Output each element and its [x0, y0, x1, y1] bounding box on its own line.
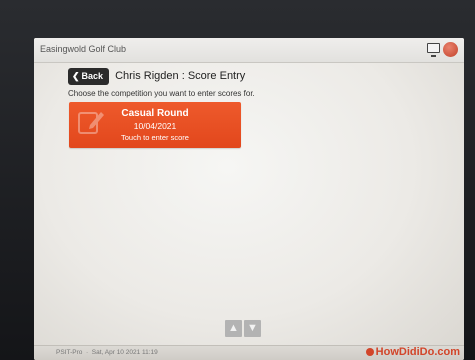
- status-footer: PSIT-Pro · Sat, Apr 10 2021 11:19 HowDid…: [34, 345, 464, 360]
- page-header: ❮ Back Chris Rigden : Score Entry: [68, 67, 245, 85]
- system-name: PSIT-Pro: [56, 349, 83, 356]
- brand-icon: [365, 348, 374, 356]
- back-button-label: Back: [81, 71, 104, 81]
- touch-screen: Easingwold Golf Club ❮ Back Chris Rigden…: [34, 38, 464, 360]
- arrow-down-icon[interactable]: ▼: [244, 320, 261, 337]
- competition-tile[interactable]: Casual Round 10/04/2021 Touch to enter s…: [69, 102, 241, 148]
- top-bar: Easingwold Golf Club: [34, 38, 464, 63]
- instruction-text: Choose the competition you want to enter…: [68, 89, 255, 98]
- page-title: Chris Rigden : Score Entry: [115, 70, 246, 82]
- footer-datetime: Sat, Apr 10 2021 11:19: [91, 349, 158, 356]
- brand-name: HowDidiDo.com: [375, 346, 460, 358]
- competition-hint: Touch to enter score: [121, 133, 189, 142]
- power-icon[interactable]: [443, 42, 458, 57]
- chevron-left-icon: ❮: [72, 70, 80, 81]
- footer-status: PSIT-Pro · Sat, Apr 10 2021 11:19: [56, 349, 158, 356]
- back-button[interactable]: ❮ Back: [68, 67, 110, 85]
- monitor-icon[interactable]: [427, 43, 440, 57]
- competition-name: Casual Round: [121, 108, 189, 119]
- club-name: Easingwold Golf Club: [40, 44, 127, 54]
- arrow-up-icon[interactable]: ▲: [225, 320, 242, 337]
- competition-date: 10/04/2021: [133, 121, 177, 131]
- scroll-controls: ▲ ▼: [225, 320, 261, 337]
- brand-logo: HowDidiDo.com: [365, 346, 460, 358]
